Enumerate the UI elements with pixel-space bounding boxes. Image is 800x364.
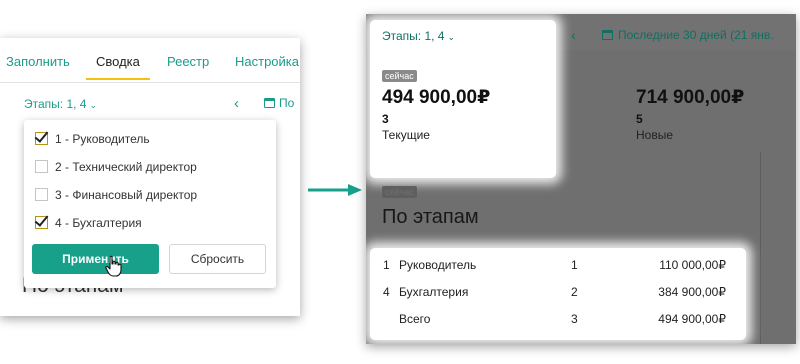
stage-option-label: 2 - Технический директор — [55, 160, 197, 174]
column-divider — [760, 152, 761, 344]
hand-cursor-icon — [105, 255, 122, 277]
table-total-row: Всего 3 494 900,00₽ — [370, 312, 746, 330]
table-row: 4 Бухгалтерия 2 384 900,00₽ — [370, 285, 746, 303]
new-amount: 714 900,00₽ — [636, 87, 745, 108]
new-label: Новые — [636, 128, 674, 142]
stage-option-1[interactable]: 1 - Руководитель — [34, 128, 150, 150]
stage-option-label: 1 - Руководитель — [55, 132, 150, 146]
current-summary-card: Этапы: 1, 4 ⌄ сейчас 494 900,00₽ 3 Текущи… — [370, 20, 556, 178]
stage-option-label: 3 - Финансовый директор — [55, 188, 198, 202]
tab-registry[interactable]: Реестр — [167, 54, 209, 69]
calendar-icon — [602, 30, 613, 40]
arrow-right-icon — [308, 184, 362, 196]
stage-option-4[interactable]: 4 - Бухгалтерия — [34, 212, 142, 234]
current-label: Текущие — [382, 128, 430, 142]
stage-option-2[interactable]: 2 - Технический директор — [35, 160, 197, 178]
chevron-down-icon: ⌄ — [447, 32, 456, 42]
stages-table: 1 Руководитель 1 110 000,00₽ 4 Бухгалтер… — [370, 248, 746, 340]
total-sum: 494 900,00₽ — [658, 312, 726, 326]
reset-button[interactable]: Сбросить — [169, 244, 266, 274]
checkbox-checked[interactable] — [34, 212, 49, 229]
left-panel-screenshot: Заполнить Сводка Реестр Настройка Этапы:… — [0, 38, 300, 316]
stage-option-label: 4 - Бухгалтерия — [55, 216, 142, 230]
stage-name: Бухгалтерия — [399, 285, 469, 299]
checkbox-unchecked[interactable] — [35, 160, 48, 173]
tab-bar: Заполнить Сводка Реестр Настройка — [0, 38, 300, 83]
checkbox-unchecked[interactable] — [35, 188, 48, 201]
period-selector[interactable]: По — [264, 96, 294, 110]
period-selector[interactable]: Последние 30 дней (21 янв. — [602, 28, 774, 42]
stage-sum: 384 900,00₽ — [658, 285, 726, 299]
stages-filter-label: Этапы: 1, 4 — [24, 97, 87, 111]
current-count: 3 — [382, 112, 389, 126]
total-label: Всего — [399, 312, 431, 326]
stage-name: Руководитель — [399, 258, 477, 272]
now-badge: сейчас — [382, 70, 417, 82]
apply-button[interactable]: Применить — [32, 244, 159, 274]
checkbox-checked[interactable] — [34, 128, 49, 145]
stage-number: 4 — [383, 285, 390, 299]
stages-dropdown: 1 - Руководитель 2 - Технический директо… — [24, 120, 276, 288]
prev-period-button[interactable]: ‹ — [234, 95, 239, 112]
total-count: 3 — [571, 312, 578, 326]
stage-number: 1 — [383, 258, 390, 272]
right-panel-screenshot: ‹ Последние 30 дней (21 янв. Этапы: 1, 4… — [366, 14, 796, 344]
tab-summary[interactable]: Сводка — [96, 54, 140, 69]
tab-settings[interactable]: Настройка — [235, 54, 299, 69]
stage-count: 1 — [571, 258, 578, 272]
current-amount: 494 900,00₽ — [382, 87, 491, 108]
now-badge: сейчас — [382, 186, 417, 198]
stage-option-3[interactable]: 3 - Финансовый директор — [35, 188, 197, 206]
period-label: Последние 30 дней (21 янв. — [618, 28, 774, 42]
active-tab-underline — [86, 78, 150, 80]
tab-fill[interactable]: Заполнить — [6, 54, 70, 69]
stages-filter-toggle[interactable]: Этапы: 1, 4 ⌄ — [382, 29, 455, 43]
stage-sum: 110 000,00₽ — [659, 258, 726, 272]
table-row: 1 Руководитель 1 110 000,00₽ — [370, 258, 746, 276]
section-title: По этапам — [382, 206, 479, 228]
chevron-down-icon: ⌄ — [89, 100, 98, 110]
stage-count: 2 — [571, 285, 578, 299]
stages-filter-toggle[interactable]: Этапы: 1, 4 ⌄ — [24, 97, 97, 111]
prev-period-button[interactable]: ‹ — [571, 27, 576, 43]
new-count: 5 — [636, 112, 643, 126]
period-label: По — [279, 96, 295, 110]
calendar-icon — [264, 98, 275, 108]
stages-filter-label: Этапы: 1, 4 — [382, 29, 445, 43]
